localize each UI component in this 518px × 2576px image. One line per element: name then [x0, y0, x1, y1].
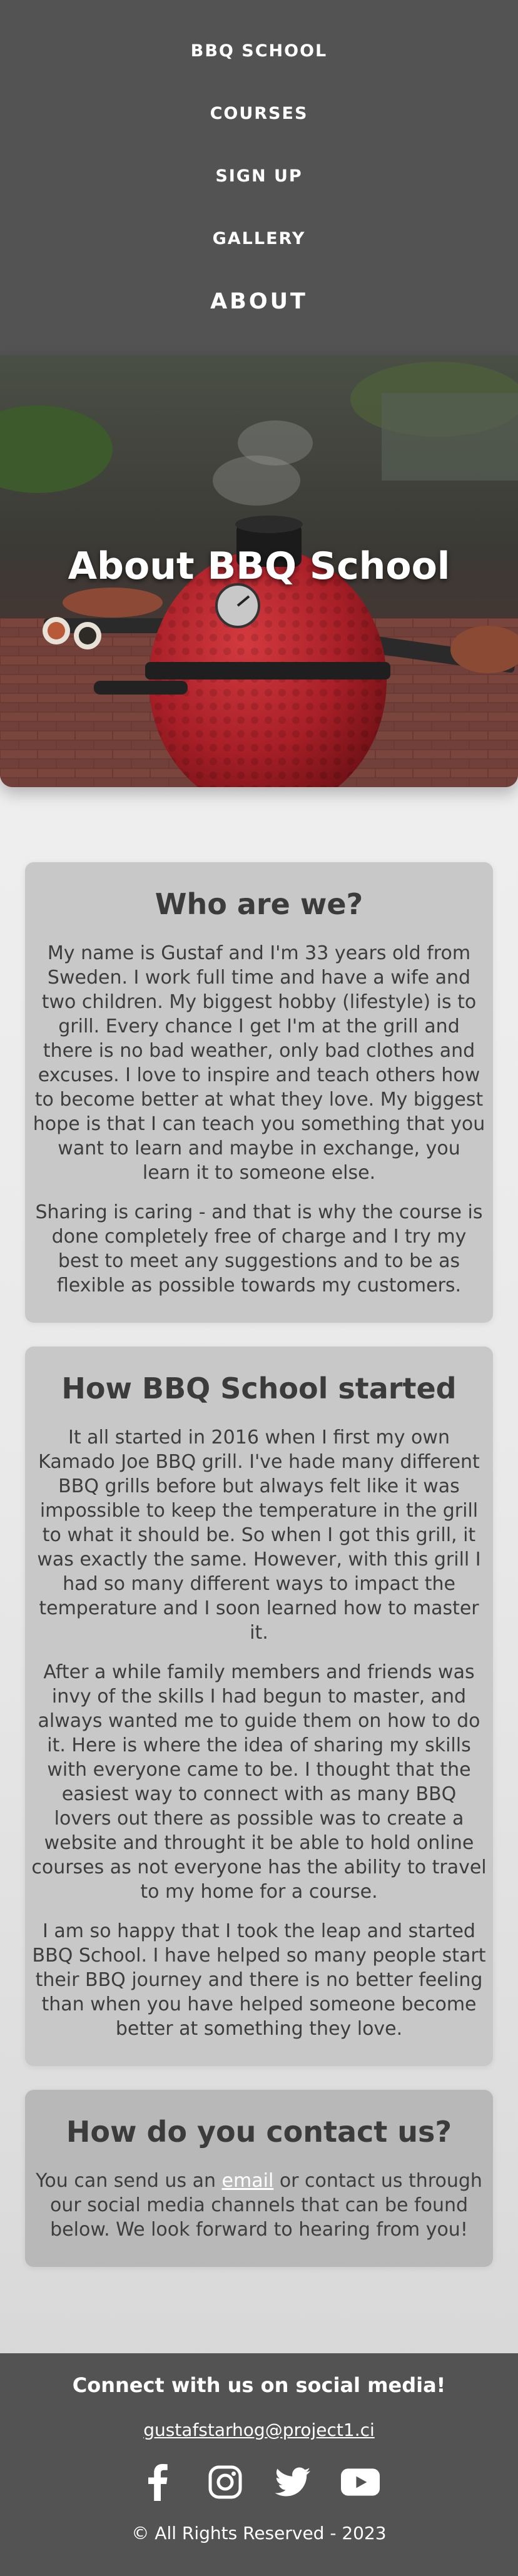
nav-link-about[interactable]: ABOUT	[210, 289, 308, 314]
youtube-icon[interactable]	[341, 2463, 380, 2502]
section-heading: How do you contact us?	[66, 2115, 452, 2149]
main-content: Who are we? My name is Gustaf and I'm 33…	[0, 787, 518, 2353]
section-paragraph: After a while family members and friends…	[31, 1661, 487, 1903]
nav-link-bbq-school[interactable]: BBQ SCHOOL	[191, 39, 327, 64]
section-paragraph: It all started in 2016 when I first my o…	[37, 1427, 481, 1644]
site-footer: Connect with us on social media! gustafs…	[0, 2353, 518, 2576]
nav-link-sign-up[interactable]: SIGN UP	[215, 164, 302, 189]
section-heading: How BBQ School started	[61, 1372, 457, 1405]
email-link[interactable]: email	[222, 2170, 274, 2192]
social-links	[0, 2463, 518, 2502]
section-heading: Who are we?	[155, 887, 363, 921]
main-nav: BBQ SCHOOL COURSES SIGN UP GALLERY ABOUT	[0, 0, 518, 355]
who-are-we-section: Who are we? My name is Gustaf and I'm 33…	[25, 862, 493, 1323]
section-paragraph: My name is Gustaf and I'm 33 years old f…	[33, 942, 485, 1184]
copyright-text: © All Rights Reserved - 2023	[131, 2523, 387, 2543]
page-title: About BBQ School	[68, 544, 450, 588]
nav-link-courses[interactable]: COURSES	[210, 101, 308, 126]
contact-paragraph: You can send us an email or contact us t…	[31, 2169, 487, 2242]
how-started-section: How BBQ School started It all started in…	[25, 1347, 493, 2066]
hero-banner: About BBQ School	[0, 355, 518, 787]
nav-link-gallery[interactable]: GALLERY	[213, 227, 306, 252]
contact-section: How do you contact us? You can send us a…	[25, 2090, 493, 2267]
footer-heading: Connect with us on social media!	[72, 2373, 446, 2397]
facebook-icon[interactable]	[138, 2463, 177, 2502]
twitter-icon[interactable]	[273, 2463, 312, 2502]
section-paragraph: I am so happy that I took the leap and s…	[32, 1920, 486, 2040]
instagram-icon[interactable]	[206, 2463, 245, 2502]
contact-text-before: You can send us an	[36, 2170, 222, 2192]
section-paragraph: Sharing is caring - and that is why the …	[35, 1201, 483, 1296]
footer-email-link[interactable]: gustafstarhog@project1.ci	[143, 2420, 375, 2440]
